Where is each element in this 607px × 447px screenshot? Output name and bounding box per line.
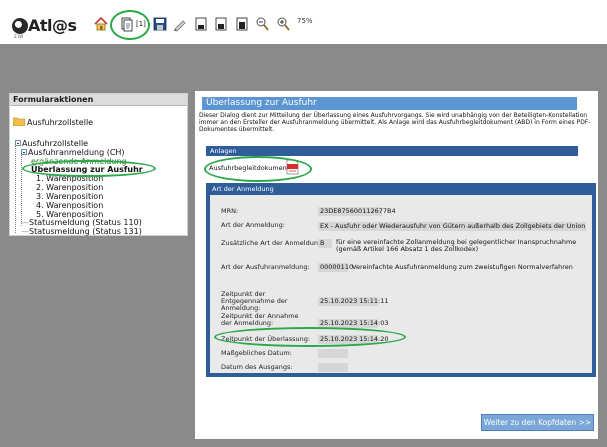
form-actions-panel: Formularaktionen Ausfuhrzollstelle Ausfu…: [9, 93, 188, 236]
page-next-icon[interactable]: [234, 16, 250, 32]
attachments-header: Anlagen: [206, 146, 578, 156]
export-details-panel: Art der Anmeldung MRN: 23DE875600112677B…: [206, 183, 596, 377]
next-to-header-button[interactable]: Weiter zu den Kopfdaten >>: [481, 414, 594, 431]
export-details-title: Art der Anmeldung: [212, 185, 274, 193]
tree-node-status-131[interactable]: —Statusmeldung (Status 131): [21, 227, 142, 236]
attachment-label: Ausfuhrbegleitdokument: [209, 164, 290, 172]
ausgang-value: [318, 363, 348, 372]
export-details-body: MRN: 23DE875600112677B4 Art der Anmeldun…: [210, 195, 592, 373]
mrn-label: MRN:: [221, 207, 239, 215]
art-value: EX - Ausfuhr oder Wiederausfuhr von Güte…: [318, 222, 586, 231]
entgegennahme-value: 25.10.2023 15:11:11: [318, 297, 389, 306]
tree-node-ueberlassung[interactable]: Überlassung zur Ausfuhr: [31, 165, 143, 174]
ueberlassung-label: Zeitpunkt der Überlassung:: [221, 335, 311, 343]
ausgang-label: Datum des Ausgangs:: [221, 363, 293, 371]
art-ausfuhr-text: Vereinfachte Ausfuhranmeldung zum zweist…: [352, 263, 573, 271]
ueberlassung-value: 25.10.2023 15:14:20: [318, 335, 389, 344]
tree-node-warenposition-3[interactable]: 3. Warenposition: [36, 192, 103, 201]
tree-node-warenposition-4[interactable]: 4. Warenposition: [36, 201, 103, 210]
tree-node-status-110[interactable]: —Statusmeldung (Status 110): [21, 218, 142, 227]
page-prev-icon[interactable]: [213, 16, 229, 32]
art-ausfuhr-label: Art der Ausfuhranmeldung:: [221, 263, 310, 271]
dialog-title: Überlassung zur Ausfuhr: [202, 97, 577, 110]
zoom-out-icon[interactable]: [254, 16, 270, 32]
folder-icon: [13, 117, 25, 126]
panel-title: Formularaktionen: [10, 94, 187, 106]
edit-icon[interactable]: [172, 16, 188, 32]
collapse-icon[interactable]: [21, 148, 27, 155]
tree-node-warenposition-1[interactable]: 1. Warenposition: [36, 174, 103, 183]
tree-node-ausfuhrzollstelle[interactable]: Ausfuhrzollstelle: [15, 139, 88, 148]
root-node-label: Ausfuhrzollstelle: [27, 118, 94, 127]
tree-node-ausfuhranmeldung[interactable]: Ausfuhranmeldung (CH): [21, 148, 125, 157]
annahme-label: Zeitpunkt der Annahme der Anmeldung:: [221, 312, 299, 327]
atlas-logo: Atl@s Z.IW: [12, 16, 77, 39]
zoom-level: 75%: [297, 17, 313, 25]
zus-code: B: [318, 239, 332, 248]
toolbar: Atl@s Z.IW [1] 75%: [0, 0, 607, 44]
document-count: [1]: [136, 20, 146, 28]
save-icon[interactable]: [152, 16, 168, 32]
entgegennahme-label: Zeitpunkt der Entgegennahme der Anmeldun…: [221, 290, 288, 312]
document-count-icon[interactable]: [119, 16, 135, 32]
attachments-row: Ausfuhrbegleitdokument: [206, 157, 578, 180]
zus-text: für eine vereinfachte Zollanmeldung bei …: [336, 238, 577, 253]
art-label: Art der Anmeldung:: [221, 221, 285, 229]
logo-text: Atl@s: [28, 16, 77, 35]
annahme-value: 25.10.2023 15:14:03: [318, 319, 389, 328]
pdf-icon[interactable]: [286, 159, 299, 175]
zus-label: Zusätzliche Art der Anmeldung:: [221, 239, 325, 247]
art-ausfuhr-code: 00000110: [318, 263, 354, 272]
zoom-in-icon[interactable]: [275, 16, 291, 32]
logo-mark-icon: [12, 18, 28, 34]
dialog-description: Dieser Dialog dient zur Mitteilung der Ü…: [199, 112, 591, 133]
page-first-icon[interactable]: [193, 16, 209, 32]
logo-subtext: Z.IW: [14, 34, 24, 39]
datum-value: [318, 349, 348, 358]
datum-label: Maßgebliches Datum:: [221, 349, 292, 357]
tree-node-warenposition-2[interactable]: 2. Warenposition: [36, 183, 103, 192]
collapse-icon[interactable]: [15, 139, 21, 146]
home-icon[interactable]: [93, 16, 109, 32]
dialog-area: Überlassung zur Ausfuhr Dieser Dialog di…: [195, 91, 598, 439]
mrn-value: 23DE875600112677B4: [318, 207, 396, 216]
